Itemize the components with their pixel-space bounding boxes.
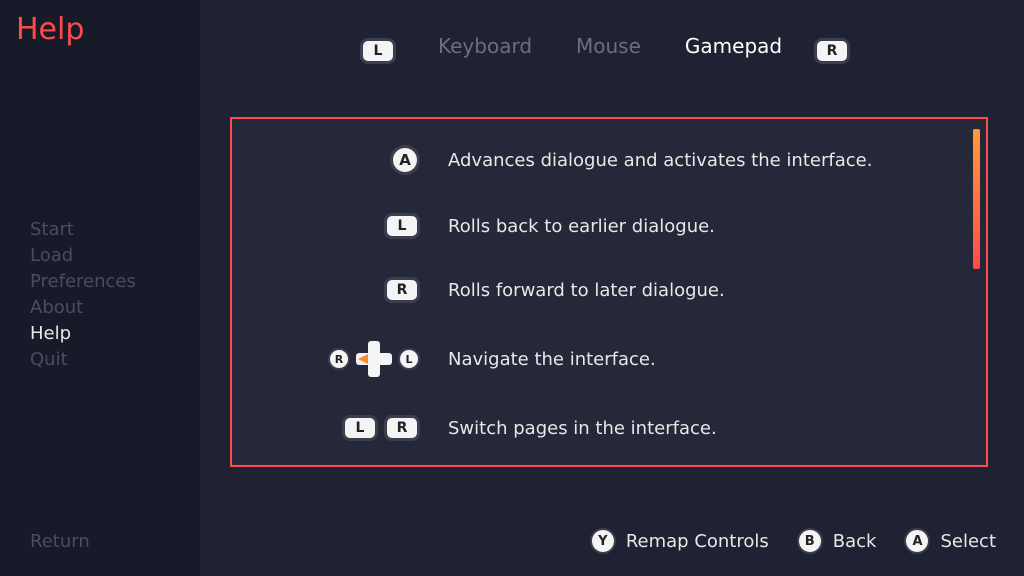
help-row-desc: Switch pages in the interface. — [448, 418, 956, 439]
return-button[interactable]: Return — [30, 531, 90, 552]
l-stick-icon: L — [398, 348, 420, 370]
help-row: R Rolls forward to later dialogue. — [262, 277, 956, 303]
footer-back[interactable]: B Back — [797, 528, 877, 554]
tab-prev-bumper-icon[interactable]: L — [360, 38, 396, 64]
y-button-icon: Y — [590, 528, 616, 554]
tab-bar: Keyboard Mouse Gamepad — [438, 34, 782, 58]
tab-keyboard[interactable]: Keyboard — [438, 34, 532, 58]
sidebar: Help Start Load Preferences About Help Q… — [0, 0, 200, 576]
menu-item-preferences[interactable]: Preferences — [30, 270, 136, 294]
footer-label: Remap Controls — [626, 531, 769, 552]
help-row: L R Switch pages in the interface. — [262, 415, 956, 441]
dpad-icon — [356, 341, 392, 377]
footer-select[interactable]: A Select — [904, 528, 996, 554]
help-row-desc: Navigate the interface. — [448, 349, 956, 370]
footer-label: Back — [833, 531, 877, 552]
menu-item-about[interactable]: About — [30, 296, 136, 320]
footer-label: Select — [940, 531, 996, 552]
help-row-desc: Rolls back to earlier dialogue. — [448, 216, 956, 237]
help-row: A Advances dialogue and activates the in… — [262, 145, 956, 175]
help-row-glyphs: R L — [262, 341, 448, 377]
menu-item-load[interactable]: Load — [30, 244, 136, 268]
a-button-icon: A — [390, 145, 420, 175]
help-content-panel: A Advances dialogue and activates the in… — [230, 117, 988, 467]
b-button-icon: B — [797, 528, 823, 554]
scrollbar-thumb[interactable] — [973, 129, 980, 269]
help-row: R L Navigate the interface. — [262, 341, 956, 377]
main-menu: Start Load Preferences About Help Quit — [30, 218, 136, 372]
menu-item-start[interactable]: Start — [30, 218, 136, 242]
r-stick-icon: R — [328, 348, 350, 370]
page-title: Help — [16, 12, 84, 47]
tab-next-bumper-icon[interactable]: R — [814, 38, 850, 64]
help-row-glyphs: A — [262, 145, 448, 175]
footer-hints: Y Remap Controls B Back A Select — [590, 528, 996, 554]
help-row-glyphs: L R — [262, 415, 448, 441]
help-row-glyphs: L — [262, 213, 448, 239]
help-row-desc: Advances dialogue and activates the inte… — [448, 150, 956, 171]
menu-item-quit[interactable]: Quit — [30, 348, 136, 372]
menu-item-help[interactable]: Help — [30, 322, 136, 346]
help-row-glyphs: R — [262, 277, 448, 303]
l-bumper-icon: L — [342, 415, 378, 441]
tab-gamepad[interactable]: Gamepad — [685, 34, 782, 58]
r-bumper-icon: R — [384, 277, 420, 303]
r-bumper-icon: R — [384, 415, 420, 441]
l-bumper-icon: L — [384, 213, 420, 239]
tab-mouse[interactable]: Mouse — [576, 34, 641, 58]
footer-remap-controls[interactable]: Y Remap Controls — [590, 528, 769, 554]
help-row: L Rolls back to earlier dialogue. — [262, 213, 956, 239]
help-rows: A Advances dialogue and activates the in… — [262, 145, 956, 441]
help-row-desc: Rolls forward to later dialogue. — [448, 280, 956, 301]
a-button-icon: A — [904, 528, 930, 554]
